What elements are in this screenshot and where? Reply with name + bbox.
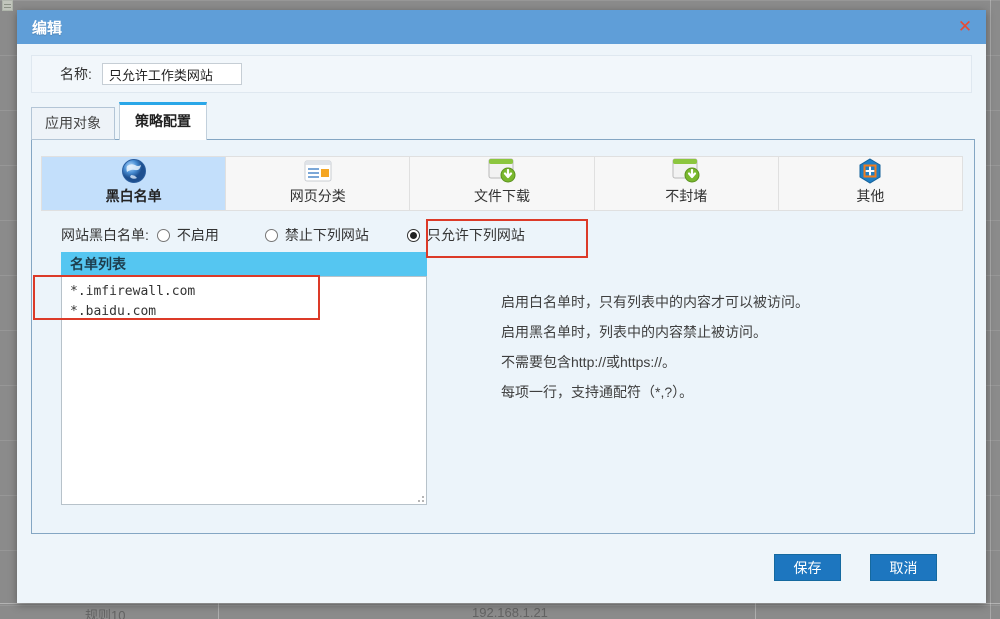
help-line: 不需要包含http://或https://。 xyxy=(501,354,677,370)
name-input[interactable] xyxy=(101,63,242,85)
radio-option-block-listed[interactable]: 禁止下列网站 xyxy=(264,225,369,245)
dialog-tabs: 应用对象 策略配置 xyxy=(31,102,211,140)
radio-label: 不启用 xyxy=(176,227,219,243)
save-button[interactable]: 保存 xyxy=(774,554,841,581)
hexagon-plus-icon xyxy=(856,157,884,185)
help-text: 启用白名单时，只有列表中的内容才可以被访问。 启用黑名单时，列表中的内容禁止被访… xyxy=(501,293,809,413)
background-ip-address: 192.168.1.21 xyxy=(472,605,548,619)
icon-tab-label: 不封堵 xyxy=(665,188,708,204)
background-rule-name: 规则10 xyxy=(85,608,126,619)
close-icon[interactable]: ✕ xyxy=(955,17,975,37)
policy-config-panel: 黑白名单 网页分类 文件下载 不封堵 其他 网站黑白名单: 不启用 禁止下列网站… xyxy=(31,139,975,534)
radio-icon[interactable] xyxy=(156,228,170,242)
radio-option-disabled[interactable]: 不启用 xyxy=(156,225,219,245)
globe-icon xyxy=(120,157,148,185)
site-list-textarea[interactable]: *.imfirewall.com *.baidu.com xyxy=(61,276,427,505)
icon-tab-label: 网页分类 xyxy=(289,188,346,204)
name-label: 名称: xyxy=(60,66,92,82)
tab-application-objects[interactable]: 应用对象 xyxy=(31,107,115,140)
icon-tab-blackwhite-list[interactable]: 黑白名单 xyxy=(42,157,227,210)
download-icon xyxy=(488,157,516,185)
icon-tab-web-category[interactable]: 网页分类 xyxy=(226,157,411,210)
icon-tab-file-download[interactable]: 文件下载 xyxy=(410,157,595,210)
dialog-header: 编辑 ✕ xyxy=(17,10,986,44)
radio-label: 只允许下列网站 xyxy=(426,227,525,243)
icon-tab-label: 黑白名单 xyxy=(105,188,162,204)
edit-dialog: 编辑 ✕ 名称: 应用对象 策略配置 黑白名单 xyxy=(17,10,986,603)
icon-tab-no-block[interactable]: 不封堵 xyxy=(595,157,779,210)
background-table-row: 规则10 192.168.1.21 xyxy=(0,603,1000,619)
background-column-divider xyxy=(755,603,756,619)
textarea-resize-handle[interactable] xyxy=(416,494,424,502)
dialog-title: 编辑 xyxy=(32,19,63,37)
webpage-icon xyxy=(304,157,332,185)
help-line: 启用黑名单时，列表中的内容禁止被访问。 xyxy=(501,324,767,340)
name-field-row: 名称: xyxy=(31,55,972,93)
icon-tab-other[interactable]: 其他 xyxy=(779,157,962,210)
help-line: 每项一行，支持通配符（*,?）。 xyxy=(501,384,694,400)
background-partial-icon xyxy=(2,0,13,11)
policy-icon-tabs: 黑白名单 网页分类 文件下载 不封堵 其他 xyxy=(41,156,963,211)
cancel-button[interactable]: 取消 xyxy=(870,554,937,581)
radio-option-allow-only-listed[interactable]: 只允许下列网站 xyxy=(406,225,525,245)
tab-policy-config[interactable]: 策略配置 xyxy=(119,102,207,140)
blackwhite-group-label: 网站黑白名单: xyxy=(61,227,149,243)
radio-checked-icon[interactable] xyxy=(406,228,420,242)
blackwhite-radio-group: 网站黑白名单: 不启用 禁止下列网站 只允许下列网站 xyxy=(61,220,525,250)
radio-label: 禁止下列网站 xyxy=(284,227,369,243)
background-table-divider xyxy=(990,0,991,619)
help-line: 启用白名单时，只有列表中的内容才可以被访问。 xyxy=(501,294,809,310)
background-column-divider xyxy=(218,603,219,619)
list-header-bar: 名单列表 xyxy=(61,252,427,276)
icon-tab-label: 其他 xyxy=(856,188,885,204)
radio-icon[interactable] xyxy=(264,228,278,242)
icon-tab-label: 文件下载 xyxy=(474,188,530,204)
download-icon xyxy=(672,157,700,185)
